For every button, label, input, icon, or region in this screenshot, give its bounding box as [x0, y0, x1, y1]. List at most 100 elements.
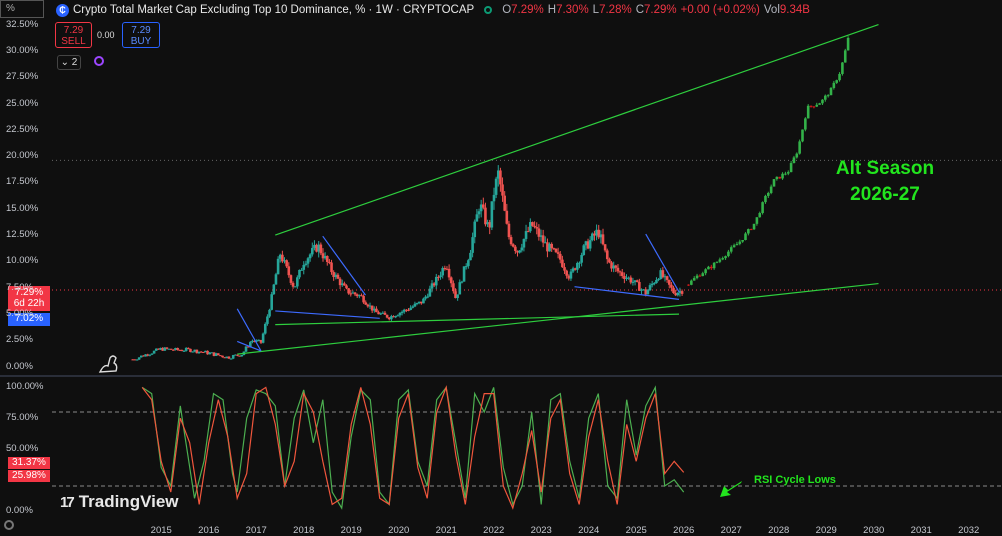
candle-body — [738, 241, 742, 244]
candle-body — [843, 50, 847, 63]
symbol-title[interactable]: Crypto Total Market Cap Excluding Top 10… — [73, 4, 474, 16]
candle-body — [272, 284, 276, 295]
candle-body — [236, 354, 239, 356]
candle-body — [744, 233, 747, 240]
candle-body — [464, 266, 468, 268]
candle-body — [772, 179, 776, 187]
candle-body — [473, 221, 477, 238]
candle-body — [687, 284, 690, 286]
candle-body — [789, 163, 793, 173]
rsi-axis-label: 100.00% — [6, 381, 44, 393]
time-axis-label: 2018 — [293, 525, 315, 536]
candle-body — [747, 229, 750, 234]
candle-body — [829, 87, 833, 96]
sell-button[interactable]: 7.29 SELL — [55, 22, 92, 48]
candle-body — [499, 170, 502, 185]
candle-body — [494, 178, 498, 195]
candle-body — [554, 248, 558, 253]
price-axis-label: 12.50% — [6, 229, 39, 241]
candle-body — [764, 195, 767, 203]
candle-body — [704, 269, 707, 274]
candle-body — [841, 62, 844, 74]
candle-body — [603, 244, 607, 251]
candle-body — [458, 282, 462, 295]
settings-gear-icon[interactable] — [4, 520, 14, 530]
buy-button[interactable]: 7.29 BUY — [122, 22, 160, 48]
time-axis-label: 2029 — [815, 525, 837, 536]
spread-value: 0.00 — [97, 30, 115, 40]
scale-unit-box[interactable]: % — [0, 0, 44, 18]
candle-body — [718, 259, 722, 262]
candle-body — [707, 266, 710, 270]
time-axis-label: 2021 — [435, 525, 457, 536]
time-axis-label: 2028 — [768, 525, 790, 536]
candle-body — [680, 291, 684, 294]
candle-body — [227, 356, 231, 359]
trendline — [275, 23, 879, 236]
rsi-line-green — [141, 385, 685, 510]
market-status-icon[interactable] — [484, 6, 493, 14]
candle-body — [467, 260, 470, 267]
candle-body — [806, 105, 810, 119]
time-axis-label: 2027 — [720, 525, 742, 536]
candle-body — [735, 243, 739, 246]
rsi-axis-label: 0.00% — [6, 504, 33, 516]
candle-body — [655, 279, 658, 284]
candle-body — [784, 173, 787, 175]
candle-body — [187, 347, 190, 349]
candle-body — [576, 263, 579, 270]
candle-body — [838, 73, 841, 81]
candle-body — [815, 104, 819, 107]
trendline — [275, 310, 380, 319]
candle-body — [657, 278, 660, 280]
candle-body — [415, 302, 419, 304]
candle-body — [289, 275, 293, 283]
volume-value: 9.34B — [779, 4, 810, 16]
layers-count: 2 — [71, 57, 78, 68]
chart-canvas[interactable] — [0, 0, 1002, 534]
candle-body — [758, 213, 762, 218]
dino-icon — [98, 355, 118, 373]
candle-body — [795, 153, 799, 158]
time-axis-label: 2020 — [388, 525, 410, 536]
candle-body — [698, 275, 702, 277]
candle-body — [712, 262, 716, 269]
candle-body — [477, 211, 481, 215]
candle-body — [505, 210, 509, 224]
candle-body — [749, 229, 753, 231]
candle-body — [618, 271, 622, 273]
volume-label: Vol — [763, 4, 780, 16]
candle-body — [492, 194, 496, 202]
tradingview-brand[interactable]: 17 TradingView — [60, 492, 179, 512]
candle-body — [526, 231, 530, 233]
rsi-cycle-lows-annotation[interactable]: RSI Cycle Lows — [754, 474, 836, 486]
candle-body — [605, 250, 609, 260]
candle-body — [266, 316, 269, 324]
price-axis-label: 10.00% — [6, 255, 39, 267]
candle-body — [767, 192, 770, 196]
candle-body — [385, 314, 389, 318]
indicator-layers-toggle[interactable]: ⌄ 2 — [57, 55, 81, 70]
tradingview-wordmark: TradingView — [78, 492, 179, 511]
volume-readout: Vol9.34B — [760, 4, 810, 16]
candle-body — [411, 306, 415, 308]
candle-body — [434, 276, 438, 286]
candle-body — [353, 292, 357, 295]
candle-body — [383, 312, 387, 315]
sync-icon[interactable] — [94, 56, 104, 66]
candle-body — [407, 309, 410, 311]
ohlc-value-2: 7.28% — [599, 4, 632, 16]
candle-body — [792, 157, 796, 164]
alt-season-annotation[interactable]: Alt Season 2026-27 — [820, 156, 950, 208]
candle-body — [741, 239, 744, 242]
candle-body — [578, 262, 581, 264]
candle-body — [629, 277, 633, 283]
candle-body — [475, 214, 479, 222]
ohlc-value-3: 7.29% — [644, 4, 677, 16]
candle-body — [507, 223, 511, 238]
candle-body — [616, 267, 620, 272]
candle-body — [824, 95, 827, 100]
candle-body — [752, 223, 756, 230]
candle-body — [349, 293, 353, 295]
ohlc-value-1: 7.30% — [556, 4, 589, 16]
